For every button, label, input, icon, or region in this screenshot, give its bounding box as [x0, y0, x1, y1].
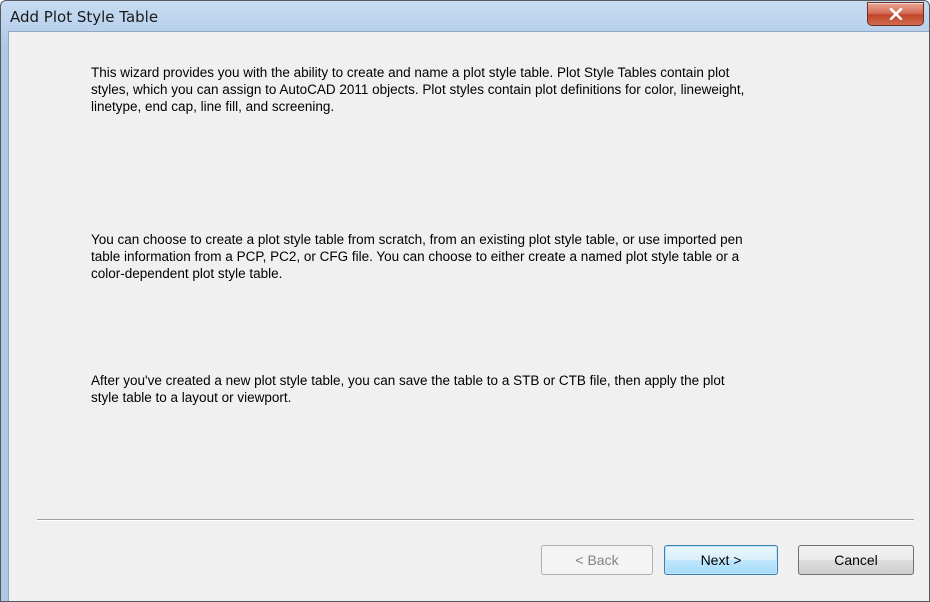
- separator-line: [37, 519, 914, 521]
- close-button[interactable]: [867, 2, 924, 26]
- dialog-window: Add Plot Style Table This wizard provide…: [0, 0, 930, 602]
- next-button[interactable]: Next >: [664, 545, 778, 575]
- dialog-body: This wizard provides you with the abilit…: [8, 31, 929, 601]
- back-button[interactable]: < Back: [541, 545, 653, 575]
- window-title: Add Plot Style Table: [10, 8, 159, 26]
- options-paragraph: You can choose to create a plot style ta…: [91, 232, 743, 281]
- title-bar[interactable]: Add Plot Style Table: [1, 1, 929, 31]
- cancel-button[interactable]: Cancel: [798, 545, 914, 575]
- close-icon: [889, 8, 902, 20]
- intro-paragraph: This wizard provides you with the abilit…: [91, 65, 745, 114]
- save-paragraph: After you've created a new plot style ta…: [91, 373, 725, 405]
